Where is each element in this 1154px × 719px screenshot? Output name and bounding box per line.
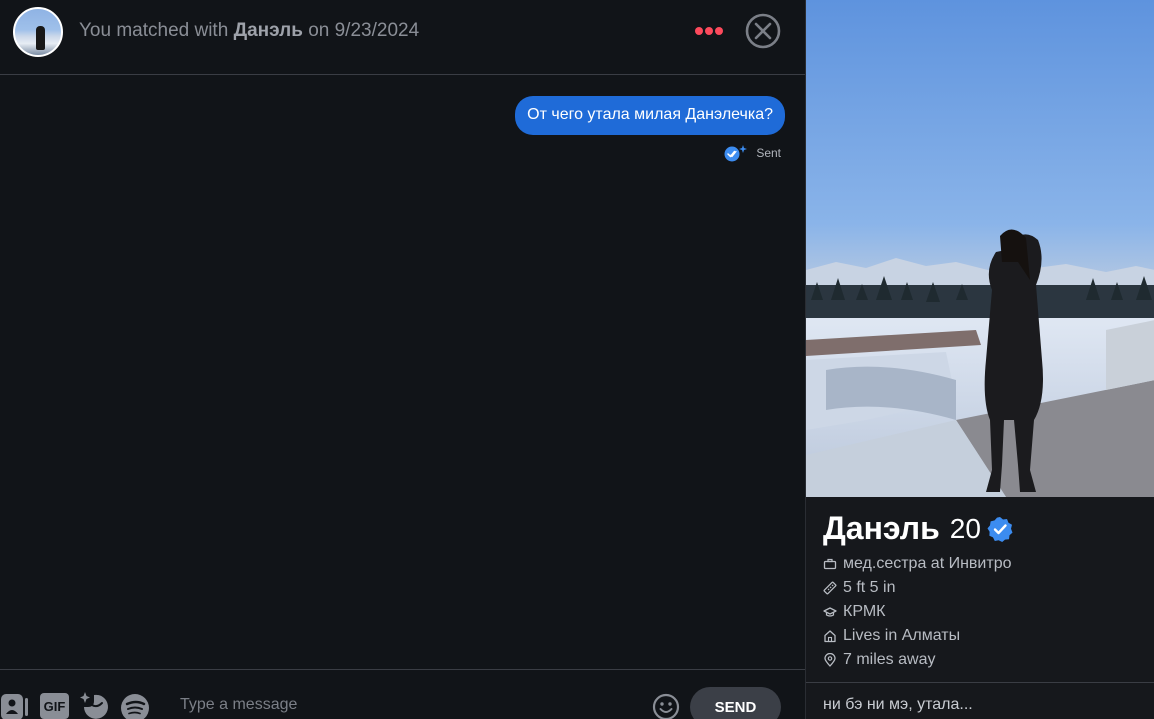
match-name: Данэль xyxy=(233,20,303,41)
profile-age: 20 xyxy=(949,512,981,544)
location-pin-icon xyxy=(824,653,836,667)
profile-bio: ни бэ ни мэ, утала... xyxy=(823,696,973,713)
sticker-icon[interactable] xyxy=(80,691,110,719)
profile-name-row: Данэль 20 xyxy=(823,510,1013,547)
message-bubble[interactable]: От чего утала милая Данэлечка? xyxy=(515,96,785,135)
home-icon xyxy=(824,630,836,643)
dot-icon xyxy=(715,27,723,35)
fact-lives-in-text: Lives in Алматы xyxy=(843,627,961,644)
message-composer: GIF SEND xyxy=(0,669,805,719)
fact-job: мед.сестра at Инвитро xyxy=(823,552,1011,576)
more-options-button[interactable] xyxy=(693,21,725,41)
fact-distance-text: 7 miles away xyxy=(843,651,936,668)
graduation-cap-icon xyxy=(823,607,837,617)
match-prefix: You matched with xyxy=(79,20,234,41)
send-button[interactable]: SEND xyxy=(690,687,781,719)
chat-pane: You matched with Данэль on 9/23/2024 От … xyxy=(0,0,805,719)
chat-header: You matched with Данэль on 9/23/2024 xyxy=(0,0,805,75)
match-info: You matched with Данэль on 9/23/2024 xyxy=(79,20,419,42)
fact-height: 5 ft 5 in xyxy=(823,576,1011,600)
sent-label: Sent xyxy=(756,146,781,160)
fact-lives-in: Lives in Алматы xyxy=(823,624,1011,648)
app-window: You matched with Данэль on 9/23/2024 От … xyxy=(0,0,1154,719)
fact-school: КРМК xyxy=(823,600,1011,624)
dot-icon xyxy=(705,27,713,35)
profile-photo[interactable] xyxy=(806,0,1154,497)
ruler-icon xyxy=(823,581,837,595)
profile-facts: мед.сестра at Инвитро 5 ft 5 in КРМК Liv… xyxy=(823,552,1011,672)
fact-job-text: мед.сестра at Инвитро xyxy=(843,555,1012,572)
message-input[interactable] xyxy=(180,692,640,718)
message-list: От чего утала милая Данэлечка? Sent xyxy=(0,76,805,669)
dot-icon xyxy=(695,27,703,35)
close-icon[interactable] xyxy=(745,13,781,49)
fact-school-text: КРМК xyxy=(843,603,886,620)
verified-badge-icon xyxy=(987,516,1013,542)
gif-button[interactable]: GIF xyxy=(40,693,69,719)
spotify-icon[interactable] xyxy=(120,691,150,719)
match-avatar[interactable] xyxy=(13,7,63,57)
emoji-icon[interactable] xyxy=(652,693,680,719)
fact-distance: 7 miles away xyxy=(823,648,1011,672)
match-date: on 9/23/2024 xyxy=(302,20,420,41)
bio-divider xyxy=(806,682,1154,683)
briefcase-icon xyxy=(823,558,837,570)
read-receipt-icon xyxy=(724,145,748,162)
message-status: Sent xyxy=(723,144,781,162)
contact-card-icon[interactable] xyxy=(0,691,30,719)
profile-pane: Данэль 20 мед.сестра at Инвитро 5 ft 5 i… xyxy=(805,0,1154,719)
fact-height-text: 5 ft 5 in xyxy=(843,579,896,596)
profile-name: Данэль xyxy=(823,510,940,546)
